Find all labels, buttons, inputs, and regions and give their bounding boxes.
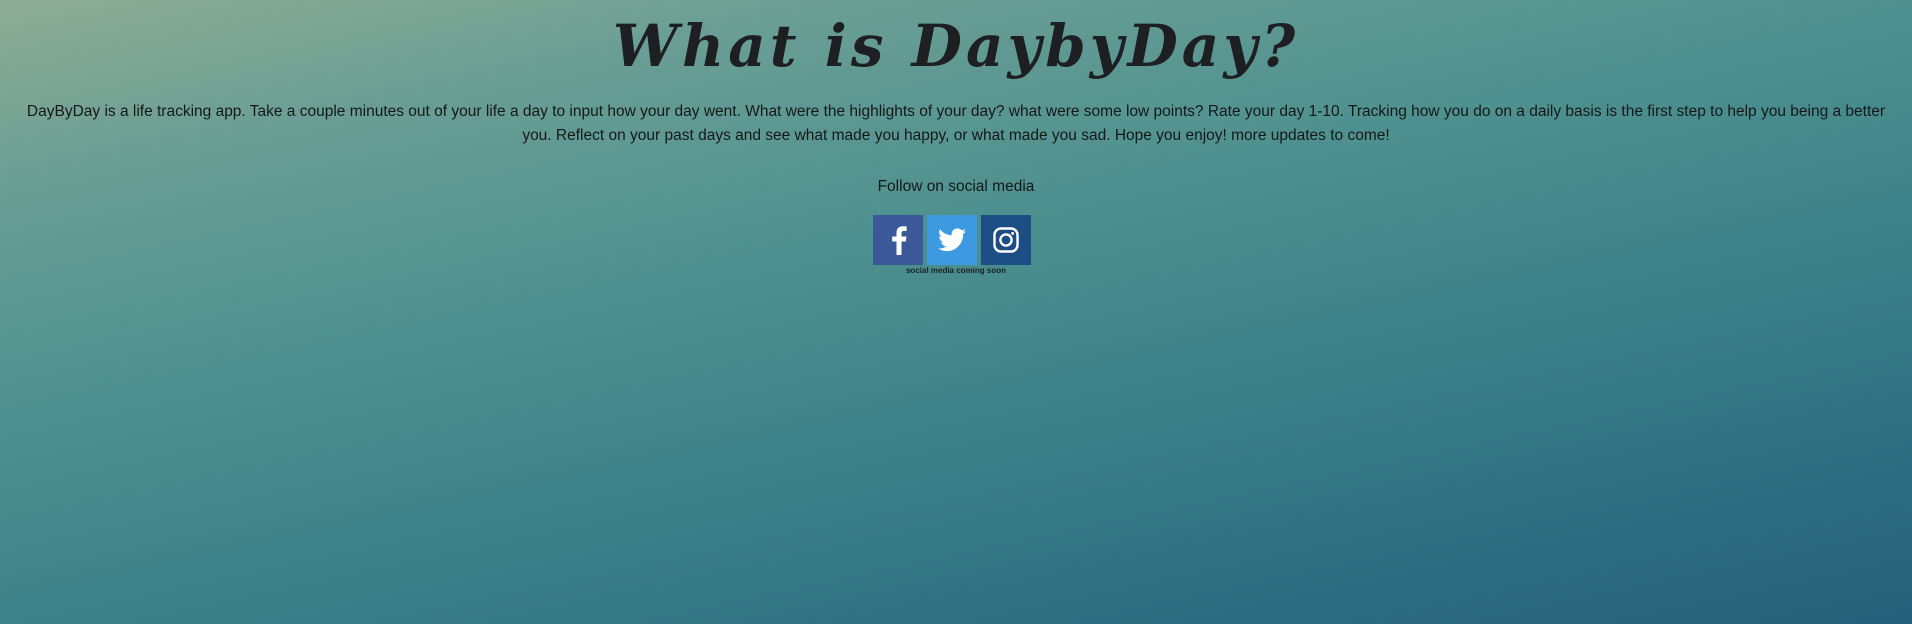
facebook-icon (892, 226, 907, 255)
social-buttons (873, 215, 1031, 265)
app-description: DayByDay is a life tracking app. Take a … (26, 103, 1886, 144)
instagram-icon (993, 227, 1019, 253)
instagram-button[interactable] (981, 215, 1031, 265)
page: What is DaybyDay? DayByDay is a life tra… (0, 0, 1912, 624)
follow-label: Follow on social media (877, 178, 1035, 195)
twitter-icon (938, 228, 966, 252)
facebook-button[interactable] (873, 215, 923, 265)
social-coming-soon-note: social media coming soon (905, 266, 1007, 275)
page-title: What is DaybyDay? (612, 12, 1300, 80)
twitter-button[interactable] (927, 215, 977, 265)
